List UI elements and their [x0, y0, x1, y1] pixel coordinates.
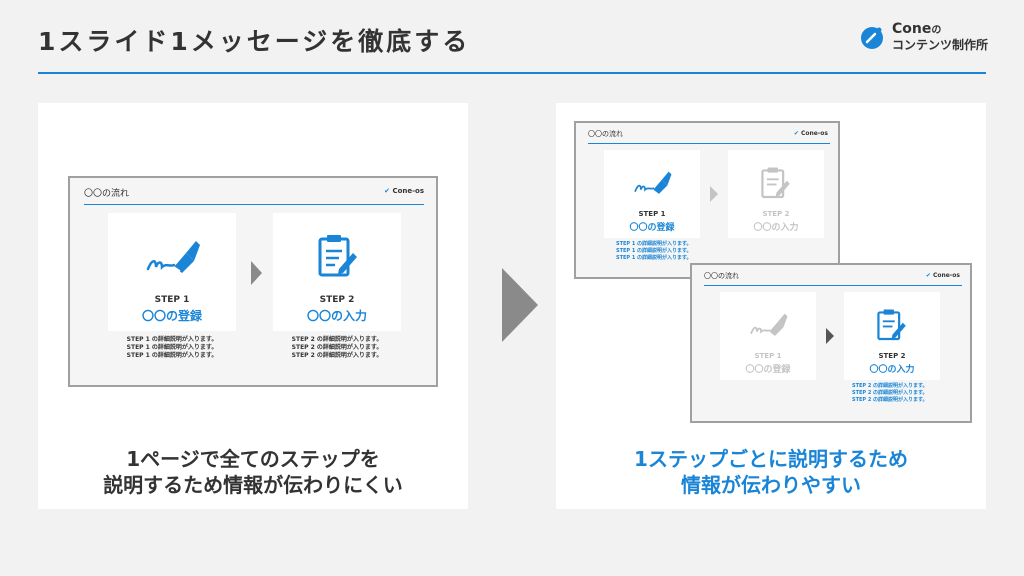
- step-desc-1: STEP 1 の詳細説明が入ります。 STEP 1 の詳細説明が入ります。 STEP…: [126, 336, 218, 359]
- slide-logo: ✔ Cone-os: [925, 272, 960, 279]
- step-desc-2: STEP 2 の詳細説明が入ります。 STEP 2 の詳細説明が入ります。 STEP…: [291, 336, 383, 359]
- step-card-2: STEP 2 〇〇の入力: [273, 213, 401, 331]
- logo-line1-suffix: の: [931, 25, 942, 36]
- logo-line1: Cone: [892, 21, 932, 37]
- step-card-2: STEP 2 〇〇の入力: [844, 292, 940, 380]
- brand-logo: Coneの コンテンツ制作所: [860, 22, 988, 53]
- logo-line2: コンテンツ制作所: [892, 38, 989, 52]
- step-name: 〇〇の登録: [141, 309, 202, 323]
- slide-rule: [704, 285, 962, 286]
- step-name: 〇〇の入力: [306, 309, 367, 323]
- step-arrow: [826, 328, 834, 344]
- step-label: STEP 1: [754, 352, 782, 360]
- slide-rule: [84, 204, 424, 205]
- step-desc-1: STEP 1 の詳細説明が入ります。 STEP 1 の詳細説明が入ります。 STEP…: [616, 241, 692, 261]
- slide-preview-full: 〇〇の流れ ✔ Cone-os STEP 1 〇〇の登録 STEP 2 〇〇の入…: [68, 176, 438, 387]
- step-name: 〇〇の登録: [629, 223, 675, 233]
- step-card-1: STEP 1 〇〇の登録: [604, 150, 700, 238]
- step-card-1: STEP 1 〇〇の登録: [108, 213, 236, 331]
- caption-right: 1ステップごとに説明するため 情報が伝わりやすい: [634, 447, 908, 497]
- slide-rule: [588, 143, 830, 144]
- step-arrow: [710, 186, 718, 202]
- step-label: STEP 2: [878, 352, 906, 360]
- clipboard-edit-icon: [317, 233, 357, 279]
- pen-signature-icon: [144, 233, 200, 279]
- step-label: STEP 1: [154, 295, 190, 305]
- title-divider: [38, 72, 986, 74]
- slide-heading: 〇〇の流れ: [84, 189, 130, 199]
- step-card-1-dim: STEP 1 〇〇の登録: [720, 292, 816, 380]
- pen-signature-icon: [748, 308, 788, 340]
- slide-heading: 〇〇の流れ: [588, 130, 623, 138]
- clipboard-edit-icon: [876, 308, 906, 342]
- step-name: 〇〇の入力: [869, 365, 915, 375]
- step-name: 〇〇の入力: [753, 223, 799, 233]
- slide-heading: 〇〇の流れ: [704, 272, 739, 280]
- step-desc-2: STEP 2 の詳細説明が入ります。 STEP 2 の詳細説明が入ります。 STEP…: [852, 383, 928, 403]
- slide-logo: ✔ Cone-os: [384, 187, 424, 195]
- slide-logo: ✔ Cone-os: [793, 130, 828, 137]
- step-card-2-dim: STEP 2 〇〇の入力: [728, 150, 824, 238]
- step-label: STEP 2: [762, 210, 790, 218]
- slide-preview-step1: 〇〇の流れ ✔ Cone-os STEP 1 〇〇の登録 STEP 2 〇〇の入…: [574, 121, 840, 279]
- comparison-arrow: [502, 268, 538, 342]
- step-arrow: [251, 261, 262, 285]
- caption-left: 1ページで全てのステップを 説明するため情報が伝わりにくい: [103, 447, 403, 497]
- clipboard-edit-icon: [760, 166, 790, 200]
- step-name: 〇〇の登録: [745, 365, 791, 375]
- slide-preview-step2: 〇〇の流れ ✔ Cone-os STEP 1 〇〇の登録 STEP 2 〇〇の入…: [690, 263, 972, 423]
- step-label: STEP 2: [319, 295, 355, 305]
- step-label: STEP 1: [638, 210, 666, 218]
- cone-logo-icon: [860, 26, 884, 50]
- page-title: 1スライド1メッセージを徹底する: [38, 27, 471, 56]
- pen-signature-icon: [632, 166, 672, 198]
